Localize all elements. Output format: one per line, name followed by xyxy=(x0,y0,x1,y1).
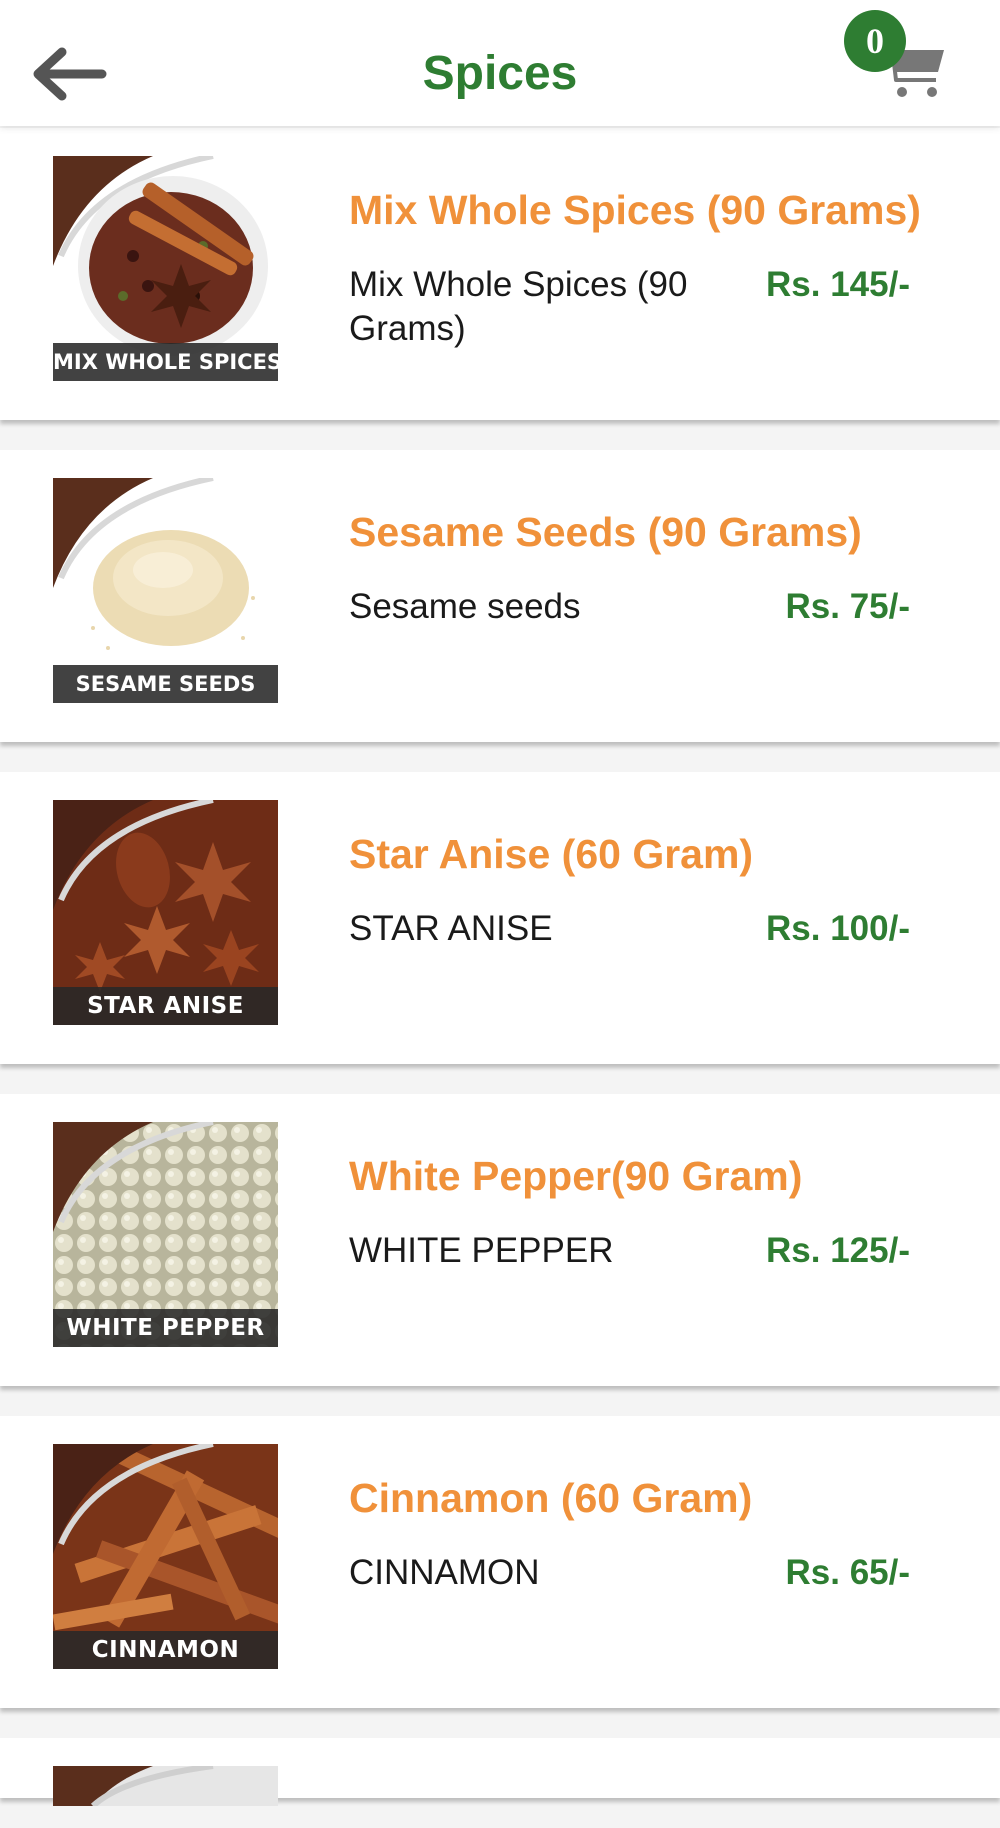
product-image-label: WHITE PEPPER xyxy=(53,1309,278,1347)
product-card[interactable]: MIX WHOLE SPICES Mix Whole Spices (90 Gr… xyxy=(0,128,1000,420)
cart-count-badge: 0 xyxy=(844,10,906,72)
product-image: WHITE PEPPER xyxy=(53,1122,278,1347)
product-name: Star Anise (60 Gram) xyxy=(349,831,754,877)
product-description: STAR ANISE xyxy=(349,909,553,948)
product-description: CINNAMON xyxy=(349,1553,540,1592)
product-image: STAR ANISE xyxy=(53,800,278,1025)
product-name: Cinnamon (60 Gram) xyxy=(349,1475,753,1521)
product-name: White Pepper(90 Gram) xyxy=(349,1153,803,1199)
product-image: MIX WHOLE SPICES xyxy=(53,156,278,381)
product-image-label: STAR ANISE xyxy=(53,987,278,1025)
product-card-partial[interactable] xyxy=(0,1738,1000,1806)
product-name: Sesame Seeds (90 Grams) xyxy=(349,509,862,555)
product-image-label: SESAME SEEDS xyxy=(53,665,278,703)
product-price: Rs. 100/- xyxy=(766,909,910,948)
product-image-label: MIX WHOLE SPICES xyxy=(53,343,278,381)
product-price: Rs. 125/- xyxy=(766,1231,910,1270)
product-name: Mix Whole Spices (90 Grams) xyxy=(349,187,921,233)
cart-button[interactable]: 0 xyxy=(838,4,958,108)
product-image: CINNAMON xyxy=(53,1444,278,1669)
top-app-bar: Spices 0 xyxy=(0,0,1000,126)
product-description: Mix Whole Spices (90 Grams) xyxy=(349,265,688,348)
product-description: WHITE PEPPER xyxy=(349,1231,614,1270)
product-image-label: CINNAMON xyxy=(53,1631,278,1669)
product-card[interactable]: CINNAMON Cinnamon (60 Gram) CINNAMON Rs.… xyxy=(0,1416,1000,1708)
product-list: MIX WHOLE SPICES Mix Whole Spices (90 Gr… xyxy=(0,128,1000,1828)
product-card[interactable]: WHITE PEPPER White Pepper(90 Gram) WHITE… xyxy=(0,1094,1000,1386)
product-price: Rs. 145/- xyxy=(766,265,910,304)
product-description: Sesame seeds xyxy=(349,587,581,626)
product-image xyxy=(53,1766,278,1806)
product-image: SESAME SEEDS xyxy=(53,478,278,703)
product-card[interactable]: STAR ANISE Star Anise (60 Gram) STAR ANI… xyxy=(0,772,1000,1064)
product-price: Rs. 75/- xyxy=(785,587,911,626)
product-price: Rs. 65/- xyxy=(785,1553,911,1592)
product-card[interactable]: SESAME SEEDS Sesame Seeds (90 Grams) Ses… xyxy=(0,450,1000,742)
